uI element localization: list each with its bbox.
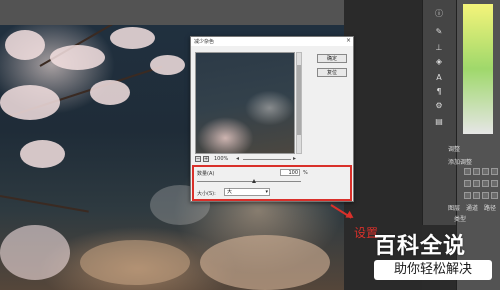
dialog-title-bar[interactable]: 减少杂色 × <box>191 37 353 46</box>
adjust-icon[interactable] <box>473 168 480 175</box>
dialog-title: 减少杂色 <box>194 39 215 45</box>
chevron-down-icon: ▾ <box>265 189 268 195</box>
layers-icon[interactable]: ▤ <box>432 116 446 127</box>
adjust-icon[interactable] <box>464 180 471 187</box>
zoom-out-button[interactable]: − <box>195 156 201 162</box>
adjust-icon[interactable] <box>482 192 489 199</box>
info-icon[interactable]: ⓘ <box>432 8 446 19</box>
watermark-logo: 百科全说 助你轻松解决 <box>366 226 500 290</box>
adjust-icon[interactable] <box>464 192 471 199</box>
zoom-in-button[interactable]: + <box>203 156 209 162</box>
adjust-icons-row-3 <box>464 192 498 199</box>
size-value: 大 <box>227 189 233 195</box>
adjust-icon[interactable] <box>464 168 471 175</box>
chevron-left-icon[interactable]: ◂ <box>236 155 239 162</box>
paragraph-icon[interactable]: ¶ <box>432 86 446 97</box>
blossom <box>20 140 65 168</box>
tab-layers[interactable]: 图层 <box>448 203 460 212</box>
preview-scrollbar[interactable] <box>296 52 302 154</box>
tool-panel-strip: ⓘ ✎ ⊥ ◈ A ¶ ⚙ ▤ <box>422 0 456 225</box>
noise-settings-group: 数量(A) 100 % 大小(S): 大 ▾ <box>192 165 352 201</box>
zoom-level: 100% <box>214 156 229 162</box>
text-icon[interactable]: A <box>432 72 446 83</box>
reset-button[interactable]: 复位 <box>317 68 347 77</box>
blossom <box>5 30 45 60</box>
scroll-thumb[interactable] <box>297 65 301 135</box>
blossom <box>150 55 185 75</box>
watermark-subtitle: 助你轻松解决 <box>374 260 492 280</box>
color-picker[interactable] <box>463 4 493 134</box>
stamp-icon[interactable]: ⊥ <box>432 42 446 53</box>
amount-label: 数量(A) <box>197 171 215 177</box>
layer-kind-filter[interactable]: 类型 <box>454 214 466 223</box>
zoom-track[interactable] <box>243 159 291 160</box>
add-adjust-label: 添加调整 <box>448 159 473 166</box>
chevron-right-icon[interactable]: ▸ <box>293 155 296 162</box>
adjust-icon[interactable] <box>482 180 489 187</box>
blossom <box>200 235 330 290</box>
blossom <box>90 80 130 105</box>
blossom <box>0 85 60 120</box>
gear-icon[interactable]: ⚙ <box>432 100 446 111</box>
amount-unit: % <box>303 170 308 176</box>
adjust-icon[interactable] <box>473 192 480 199</box>
amount-slider-thumb[interactable] <box>252 179 257 183</box>
blossom <box>110 27 155 49</box>
size-label: 大小(S): <box>197 191 216 197</box>
branch <box>0 195 89 213</box>
adjust-icon[interactable] <box>491 192 498 199</box>
tab-paths[interactable]: 路径 <box>484 203 496 212</box>
close-icon[interactable]: × <box>346 37 351 44</box>
watermark-title: 百科全说 <box>374 234 467 259</box>
adjust-icon[interactable] <box>473 180 480 187</box>
blossom <box>50 45 105 70</box>
reduce-noise-dialog: 减少杂色 × 确定 复位 − + 100% ◂ ▸ 数量(A) 100 % 大小… <box>190 36 354 202</box>
adjust-icons-row-1 <box>464 168 498 175</box>
amount-slider[interactable] <box>197 181 301 182</box>
blossom <box>0 225 70 280</box>
size-select[interactable]: 大 ▾ <box>224 188 270 196</box>
adjust-icon[interactable] <box>491 168 498 175</box>
blossom <box>80 240 190 285</box>
brush-icon[interactable]: ✎ <box>432 26 446 37</box>
adjust-panel-label[interactable]: 调整 <box>448 144 460 153</box>
ok-button[interactable]: 确定 <box>317 54 347 63</box>
adjust-icon[interactable] <box>482 168 489 175</box>
zoom-bar: − + 100% ◂ ▸ <box>195 155 302 163</box>
tab-channels[interactable]: 通道 <box>466 203 478 212</box>
adjust-icon[interactable] <box>491 180 498 187</box>
clone-icon[interactable]: ◈ <box>432 56 446 67</box>
adjust-icons-row-2 <box>464 180 498 187</box>
amount-input[interactable]: 100 <box>280 169 300 176</box>
preview-image[interactable] <box>195 52 295 154</box>
